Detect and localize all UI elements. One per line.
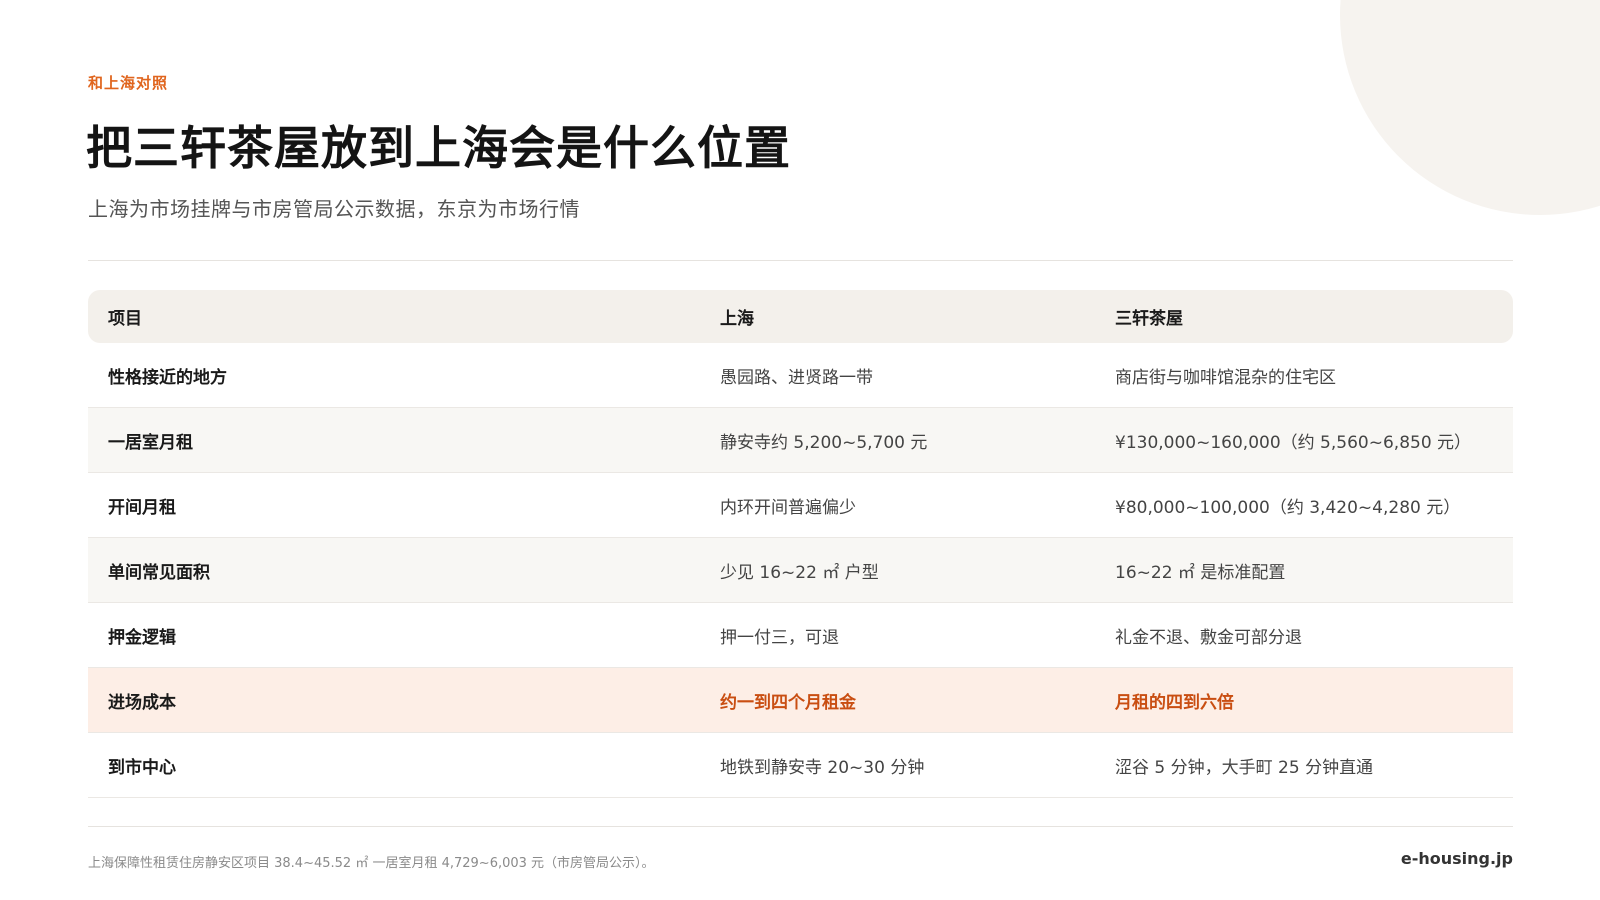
page-title: 把三轩茶屋放到上海会是什么位置	[86, 121, 791, 175]
row-item-label: 一居室月租	[108, 432, 193, 453]
row-item-label: 押金逻辑	[108, 627, 176, 648]
row-item-label: 进场成本	[108, 692, 176, 713]
row-sangenjaya-value: 涩谷 5 分钟，大手町 25 分钟直通	[1115, 757, 1374, 778]
row-shanghai-value: 少见 16~22 ㎡ 户型	[720, 562, 879, 583]
row-sangenjaya-value: 商店街与咖啡馆混杂的住宅区	[1115, 367, 1336, 388]
page-subtitle: 上海为市场挂牌与市房管局公示数据，东京为市场行情	[88, 197, 580, 221]
decorative-circle	[1340, 0, 1600, 215]
eyebrow-label: 和上海对照	[88, 74, 169, 92]
table-row: 押金逻辑 押一付三，可退 礼金不退、敷金可部分退	[88, 603, 1513, 668]
row-sangenjaya-value: 16~22 ㎡ 是标准配置	[1115, 562, 1286, 583]
row-item-label: 到市中心	[108, 757, 176, 778]
row-shanghai-value: 愚园路、进贤路一带	[720, 367, 873, 388]
row-shanghai-value: 内环开间普遍偏少	[720, 497, 856, 518]
row-item-label: 性格接近的地方	[108, 367, 227, 388]
row-sangenjaya-value: ¥130,000~160,000（约 5,560~6,850 元）	[1115, 432, 1472, 453]
table-header: 项目 上海 三轩茶屋	[88, 290, 1513, 343]
row-shanghai-value: 押一付三，可退	[720, 627, 839, 648]
column-header-item: 项目	[108, 309, 142, 329]
row-item-label: 单间常见面积	[108, 562, 210, 583]
table-row: 到市中心 地铁到静安寺 20~30 分钟 涩谷 5 分钟，大手町 25 分钟直通	[88, 733, 1513, 798]
bottom-divider	[88, 826, 1513, 827]
footnote: 上海保障性租赁住房静安区项目 38.4~45.52 ㎡ 一居室月租 4,729~…	[88, 856, 655, 871]
slide-page: 和上海对照 把三轩茶屋放到上海会是什么位置 上海为市场挂牌与市房管局公示数据，东…	[0, 0, 1600, 900]
table-row: 一居室月租 静安寺约 5,200~5,700 元 ¥130,000~160,00…	[88, 408, 1513, 473]
row-sangenjaya-value: 礼金不退、敷金可部分退	[1115, 627, 1302, 648]
row-item-label: 开间月租	[108, 497, 176, 518]
row-shanghai-value: 约一到四个月租金	[720, 692, 856, 713]
table-row: 性格接近的地方 愚园路、进贤路一带 商店街与咖啡馆混杂的住宅区	[88, 343, 1513, 408]
brand-link[interactable]: e-housing.jp	[1401, 849, 1513, 868]
top-divider	[88, 260, 1513, 261]
column-header-sangenjaya: 三轩茶屋	[1115, 309, 1183, 329]
row-shanghai-value: 静安寺约 5,200~5,700 元	[720, 432, 928, 453]
row-sangenjaya-value: ¥80,000~100,000（约 3,420~4,280 元）	[1115, 497, 1461, 518]
row-shanghai-value: 地铁到静安寺 20~30 分钟	[720, 757, 925, 778]
table-row-highlighted: 进场成本 约一到四个月租金 月租的四到六倍	[88, 668, 1513, 733]
row-sangenjaya-value: 月租的四到六倍	[1115, 692, 1234, 713]
table-row: 开间月租 内环开间普遍偏少 ¥80,000~100,000（约 3,420~4,…	[88, 473, 1513, 538]
table-row: 单间常见面积 少见 16~22 ㎡ 户型 16~22 ㎡ 是标准配置	[88, 538, 1513, 603]
column-header-shanghai: 上海	[720, 309, 754, 329]
comparison-table: 项目 上海 三轩茶屋 性格接近的地方 愚园路、进贤路一带 商店街与咖啡馆混杂的住…	[88, 290, 1513, 798]
